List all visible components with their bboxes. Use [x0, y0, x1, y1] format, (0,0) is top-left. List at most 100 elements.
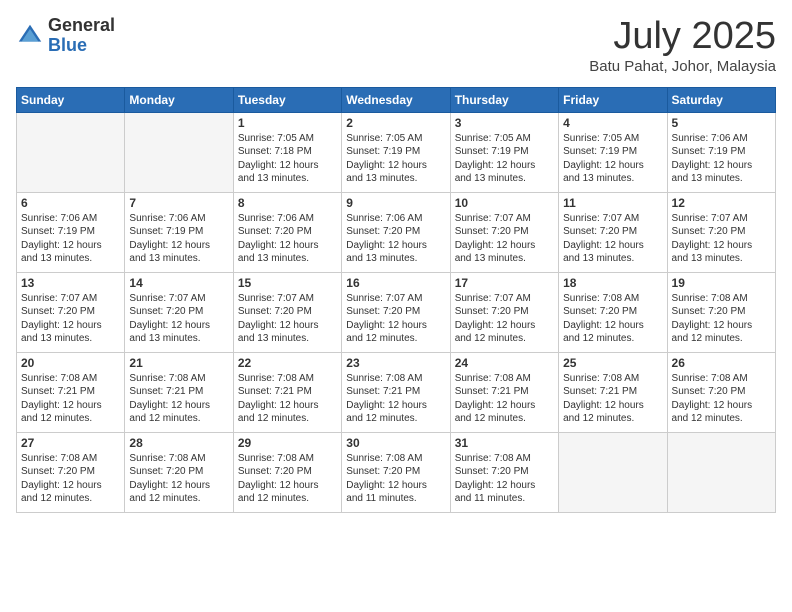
- day-number: 9: [346, 196, 445, 210]
- calendar-table: SundayMondayTuesdayWednesdayThursdayFrid…: [16, 87, 776, 513]
- weekday-header: Sunday: [17, 87, 125, 112]
- day-info: Sunrise: 7:08 AM Sunset: 7:21 PM Dayligh…: [129, 372, 228, 426]
- day-info: Sunrise: 7:08 AM Sunset: 7:21 PM Dayligh…: [346, 372, 445, 426]
- page-header: General Blue July 2025 Batu Pahat, Johor…: [16, 16, 776, 75]
- calendar-cell: 6 Sunrise: 7:06 AM Sunset: 7:19 PM Daylig…: [17, 192, 125, 272]
- calendar-cell: 28Sunrise: 7:08 AM Sunset: 7:20 PM Dayli…: [125, 432, 233, 512]
- calendar-cell: 26 Sunrise: 7:08 AM Sunset: 7:20 PM Dayli…: [667, 352, 775, 432]
- day-info: Sunrise: 7:07 AM Sunset: 7:20 PM Dayligh…: [238, 292, 337, 346]
- calendar-cell: 11Sunrise: 7:07 AM Sunset: 7:20 PM Dayli…: [559, 192, 667, 272]
- calendar-cell: 3 Sunrise: 7:05 AM Sunset: 7:19 PM Daylig…: [450, 112, 558, 192]
- day-info: Sunrise: 7:06 AM Sunset: 7:19 PM Dayligh…: [129, 212, 228, 266]
- day-number: 28: [129, 436, 228, 450]
- weekday-header-row: SundayMondayTuesdayWednesdayThursdayFrid…: [17, 87, 776, 112]
- day-info: Sunrise: 7:07 AM Sunset: 7:20 PM Dayligh…: [672, 212, 771, 266]
- day-info: Sunrise: 7:08 AM Sunset: 7:20 PM Dayligh…: [563, 292, 662, 346]
- calendar-cell: 21 Sunrise: 7:08 AM Sunset: 7:21 PM Dayli…: [125, 352, 233, 432]
- day-number: 26: [672, 356, 771, 370]
- day-number: 17: [455, 276, 554, 290]
- day-info: Sunrise: 7:08 AM Sunset: 7:21 PM Dayligh…: [455, 372, 554, 426]
- weekday-header: Friday: [559, 87, 667, 112]
- day-info: Sunrise: 7:06 AM Sunset: 7:20 PM Dayligh…: [238, 212, 337, 266]
- day-number: 12: [672, 196, 771, 210]
- day-info: Sunrise: 7:08 AM Sunset: 7:21 PM Dayligh…: [238, 372, 337, 426]
- week-row: 20 Sunrise: 7:08 AM Sunset: 7:21 PM Dayli…: [17, 352, 776, 432]
- calendar-cell: 29 Sunrise: 7:08 AM Sunset: 7:20 PM Dayli…: [233, 432, 341, 512]
- location-subtitle: Batu Pahat, Johor, Malaysia: [589, 58, 776, 75]
- calendar-cell: 20 Sunrise: 7:08 AM Sunset: 7:21 PM Dayli…: [17, 352, 125, 432]
- day-number: 24: [455, 356, 554, 370]
- day-info: Sunrise: 7:08 AM Sunset: 7:20 PM Dayligh…: [238, 452, 337, 506]
- logo-general-text: General: [48, 16, 115, 36]
- day-info: Sunrise: 7:08 AM Sunset: 7:20 PM Dayligh…: [455, 452, 554, 506]
- day-number: 19: [672, 276, 771, 290]
- calendar-cell: 30 Sunrise: 7:08 AM Sunset: 7:20 PM Dayli…: [342, 432, 450, 512]
- calendar-cell: 7 Sunrise: 7:06 AM Sunset: 7:19 PM Daylig…: [125, 192, 233, 272]
- calendar-cell: 12 Sunrise: 7:07 AM Sunset: 7:20 PM Dayli…: [667, 192, 775, 272]
- calendar-cell: [17, 112, 125, 192]
- calendar-cell: 9Sunrise: 7:06 AM Sunset: 7:20 PM Daylig…: [342, 192, 450, 272]
- day-number: 23: [346, 356, 445, 370]
- day-info: Sunrise: 7:08 AM Sunset: 7:21 PM Dayligh…: [21, 372, 120, 426]
- day-number: 31: [455, 436, 554, 450]
- weekday-header: Monday: [125, 87, 233, 112]
- week-row: 13 Sunrise: 7:07 AM Sunset: 7:20 PM Dayli…: [17, 272, 776, 352]
- calendar-cell: 4Sunrise: 7:05 AM Sunset: 7:19 PM Daylig…: [559, 112, 667, 192]
- calendar-cell: 16 Sunrise: 7:07 AM Sunset: 7:20 PM Dayli…: [342, 272, 450, 352]
- day-number: 20: [21, 356, 120, 370]
- day-number: 14: [129, 276, 228, 290]
- month-title: July 2025: [589, 16, 776, 58]
- calendar-cell: 13Sunrise: 7:07 AM Sunset: 7:20 PM Dayli…: [17, 272, 125, 352]
- day-info: Sunrise: 7:05 AM Sunset: 7:19 PM Dayligh…: [563, 132, 662, 186]
- calendar-cell: 2 Sunrise: 7:05 AM Sunset: 7:19 PM Daylig…: [342, 112, 450, 192]
- day-number: 22: [238, 356, 337, 370]
- day-number: 29: [238, 436, 337, 450]
- day-info: Sunrise: 7:05 AM Sunset: 7:19 PM Dayligh…: [455, 132, 554, 186]
- day-number: 5: [672, 116, 771, 130]
- day-number: 16: [346, 276, 445, 290]
- day-info: Sunrise: 7:08 AM Sunset: 7:21 PM Dayligh…: [563, 372, 662, 426]
- week-row: 6 Sunrise: 7:06 AM Sunset: 7:19 PM Daylig…: [17, 192, 776, 272]
- day-info: Sunrise: 7:07 AM Sunset: 7:20 PM Dayligh…: [455, 212, 554, 266]
- day-number: 21: [129, 356, 228, 370]
- calendar-cell: 19 Sunrise: 7:08 AM Sunset: 7:20 PM Dayli…: [667, 272, 775, 352]
- day-number: 8: [238, 196, 337, 210]
- day-info: Sunrise: 7:08 AM Sunset: 7:20 PM Dayligh…: [21, 452, 120, 506]
- day-number: 30: [346, 436, 445, 450]
- logo-blue-text: Blue: [48, 36, 115, 56]
- calendar-cell: 24 Sunrise: 7:08 AM Sunset: 7:21 PM Dayli…: [450, 352, 558, 432]
- day-info: Sunrise: 7:07 AM Sunset: 7:20 PM Dayligh…: [129, 292, 228, 346]
- calendar-cell: 15Sunrise: 7:07 AM Sunset: 7:20 PM Dayli…: [233, 272, 341, 352]
- calendar-cell: 8 Sunrise: 7:06 AM Sunset: 7:20 PM Daylig…: [233, 192, 341, 272]
- day-number: 18: [563, 276, 662, 290]
- calendar-cell: [559, 432, 667, 512]
- logo-icon: [16, 22, 44, 50]
- day-number: 6: [21, 196, 120, 210]
- calendar-cell: 17Sunrise: 7:07 AM Sunset: 7:20 PM Dayli…: [450, 272, 558, 352]
- day-number: 2: [346, 116, 445, 130]
- logo-text: General Blue: [48, 16, 115, 56]
- day-info: Sunrise: 7:06 AM Sunset: 7:19 PM Dayligh…: [672, 132, 771, 186]
- day-number: 25: [563, 356, 662, 370]
- weekday-header: Saturday: [667, 87, 775, 112]
- day-info: Sunrise: 7:08 AM Sunset: 7:20 PM Dayligh…: [672, 292, 771, 346]
- day-info: Sunrise: 7:07 AM Sunset: 7:20 PM Dayligh…: [346, 292, 445, 346]
- day-info: Sunrise: 7:06 AM Sunset: 7:19 PM Dayligh…: [21, 212, 120, 266]
- calendar-cell: 14 Sunrise: 7:07 AM Sunset: 7:20 PM Dayli…: [125, 272, 233, 352]
- day-number: 1: [238, 116, 337, 130]
- calendar-cell: 22 Sunrise: 7:08 AM Sunset: 7:21 PM Dayli…: [233, 352, 341, 432]
- day-number: 10: [455, 196, 554, 210]
- weekday-header: Tuesday: [233, 87, 341, 112]
- weekday-header: Wednesday: [342, 87, 450, 112]
- day-number: 3: [455, 116, 554, 130]
- day-info: Sunrise: 7:08 AM Sunset: 7:20 PM Dayligh…: [346, 452, 445, 506]
- day-info: Sunrise: 7:05 AM Sunset: 7:19 PM Dayligh…: [346, 132, 445, 186]
- calendar-cell: 10 Sunrise: 7:07 AM Sunset: 7:20 PM Dayli…: [450, 192, 558, 272]
- calendar-cell: 23 Sunrise: 7:08 AM Sunset: 7:21 PM Dayli…: [342, 352, 450, 432]
- calendar-cell: 5 Sunrise: 7:06 AM Sunset: 7:19 PM Daylig…: [667, 112, 775, 192]
- day-info: Sunrise: 7:08 AM Sunset: 7:20 PM Dayligh…: [672, 372, 771, 426]
- logo: General Blue: [16, 16, 115, 56]
- day-number: 7: [129, 196, 228, 210]
- day-number: 13: [21, 276, 120, 290]
- calendar-cell: 27Sunrise: 7:08 AM Sunset: 7:20 PM Dayli…: [17, 432, 125, 512]
